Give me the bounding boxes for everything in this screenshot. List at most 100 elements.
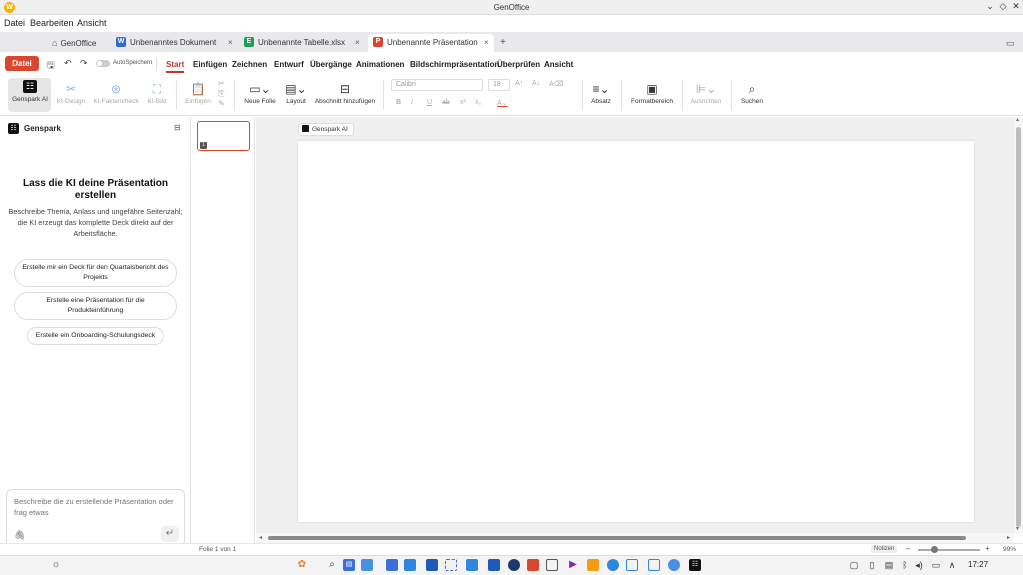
ribbon-tab-animationen[interactable]: Animationen: [356, 60, 404, 69]
chat-icon[interactable]: [607, 559, 619, 571]
maximize-button[interactable]: ◇: [997, 1, 1009, 12]
screenshot-icon[interactable]: [445, 559, 457, 571]
chevron-up-icon[interactable]: ∧: [946, 559, 958, 571]
font-shrink-icon[interactable]: A↓: [532, 80, 540, 87]
phone-icon[interactable]: ▯: [866, 559, 878, 571]
superscript-icon[interactable]: x²: [460, 99, 466, 106]
ki-bild-button[interactable]: ⛶ KI-Bild: [145, 82, 169, 105]
zoom-slider-knob[interactable]: [930, 546, 938, 553]
scroll-down-icon[interactable]: ▼: [1015, 526, 1020, 532]
ribbon-tab-uebergaenge[interactable]: Übergänge: [310, 60, 352, 69]
align-button[interactable]: ⊫⌄ Ausrichten: [689, 82, 723, 105]
strikethrough-icon[interactable]: ab: [442, 99, 450, 106]
minimize-button[interactable]: ⌄: [984, 1, 996, 12]
files-icon[interactable]: [361, 559, 373, 571]
document-icon[interactable]: [546, 559, 558, 571]
autosave-toggle[interactable]: [96, 60, 110, 67]
add-section-button[interactable]: ⊟ Abschnitt hinzufügen: [313, 82, 377, 105]
new-slide-button[interactable]: ▭⌄ Neue Folie: [242, 82, 278, 105]
format-pane-button[interactable]: ▣ Formatbereich: [629, 82, 675, 105]
app-icon[interactable]: ▤: [343, 559, 355, 571]
prompt-input[interactable]: [14, 496, 179, 524]
clipboard-tray-icon[interactable]: ▤: [883, 559, 895, 571]
weather-icon[interactable]: ☼: [50, 559, 62, 571]
italic-icon[interactable]: I: [411, 99, 413, 106]
bluetooth-icon[interactable]: ᛒ: [899, 559, 911, 571]
font-grow-icon[interactable]: A↑: [515, 80, 523, 87]
window-icon[interactable]: ▢: [848, 559, 860, 571]
search-icon[interactable]: ⌕: [326, 559, 338, 571]
zoom-out-button[interactable]: –: [906, 544, 910, 553]
zoom-in-button[interactable]: +: [985, 544, 990, 553]
genspark-taskbar-icon[interactable]: ☷: [689, 559, 701, 571]
terminal-icon[interactable]: [404, 559, 416, 571]
close-window-button[interactable]: ✕: [1010, 1, 1022, 12]
new-tab-button[interactable]: +: [500, 34, 506, 52]
lock-icon[interactable]: [426, 559, 438, 571]
store-icon[interactable]: [386, 559, 398, 571]
layout-button[interactable]: ▤⌄ Layout: [283, 82, 309, 105]
redo-icon[interactable]: ↷: [80, 58, 88, 69]
message-icon[interactable]: [648, 559, 660, 571]
genoffice-taskbar-icon[interactable]: [527, 559, 539, 571]
menu-datei[interactable]: Datei: [4, 18, 25, 28]
format-painter-icon[interactable]: ✎: [218, 99, 225, 108]
monitor-icon[interactable]: [466, 559, 478, 571]
genspark-ai-chip[interactable]: Genspark AI: [298, 123, 354, 136]
scroll-right-icon[interactable]: ▸: [1007, 534, 1010, 541]
close-tab-icon[interactable]: ×: [228, 34, 233, 52]
send-button[interactable]: ↵: [161, 526, 179, 542]
launcher-icon[interactable]: ✿: [296, 559, 308, 571]
tab-panel-icon[interactable]: ▭: [1006, 34, 1015, 52]
menu-bearbeiten[interactable]: Bearbeiten: [30, 18, 74, 28]
volume-icon[interactable]: ◂): [913, 559, 925, 571]
ribbon-tab-einfuegen[interactable]: Einfügen: [193, 60, 227, 69]
ribbon-tab-start[interactable]: Start: [166, 60, 185, 73]
scroll-up-icon[interactable]: ▲: [1015, 117, 1020, 123]
attachment-icon[interactable]: 🖇: [14, 530, 25, 541]
scroll-left-icon[interactable]: ◂: [259, 534, 262, 541]
zoom-slider[interactable]: [918, 549, 980, 551]
subscript-icon[interactable]: x₂: [475, 99, 481, 106]
horizontal-scroll-thumb[interactable]: [268, 536, 966, 540]
paste-button[interactable]: 📋 Einfügen: [183, 82, 213, 105]
ribbon-tab-entwurf[interactable]: Entwurf: [274, 60, 304, 69]
genspark-ai-button[interactable]: ☷ Genspark AI: [10, 80, 50, 103]
file-menu-button[interactable]: Datei: [5, 56, 39, 71]
vertical-scrollbar[interactable]: ▲ ▼: [1014, 117, 1023, 533]
bold-icon[interactable]: B: [396, 99, 401, 106]
clear-format-icon[interactable]: A⌫: [549, 80, 564, 88]
search-button[interactable]: ⌕ Suchen: [739, 82, 765, 105]
save-icon[interactable]: 🖫: [47, 58, 55, 74]
mail-icon[interactable]: [626, 559, 638, 571]
ribbon-tab-ueberpruefen[interactable]: Überprüfen: [497, 60, 540, 69]
notes-button[interactable]: Notizen: [871, 545, 898, 553]
slide-thumbnail[interactable]: 1: [197, 121, 250, 151]
menu-ansicht[interactable]: Ansicht: [77, 18, 107, 28]
undo-icon[interactable]: ↶: [64, 58, 72, 69]
font-name-select[interactable]: Calibri: [391, 79, 483, 91]
collapse-sidebar-icon[interactable]: ⊟: [174, 123, 181, 132]
display-icon[interactable]: ▭: [930, 559, 942, 571]
tab-spreadsheet[interactable]: E Unbenannte Tabelle.xlsx ×: [244, 34, 364, 52]
ribbon-tab-bildschirmpraesentation[interactable]: Bildschirmpräsentation: [410, 60, 499, 69]
tab-document[interactable]: W Unbenanntes Dokument ×: [116, 34, 238, 52]
browser-icon[interactable]: [508, 559, 520, 571]
font-size-select[interactable]: 18: [488, 79, 510, 91]
close-tab-icon[interactable]: ×: [484, 34, 489, 52]
suggestion-chip[interactable]: Erstelle mir ein Deck für den Quartalsbe…: [14, 259, 177, 287]
cut-icon[interactable]: ✂: [218, 79, 225, 88]
suggestion-chip[interactable]: Erstelle eine Präsentation für die Produ…: [14, 292, 177, 320]
desktop-icon[interactable]: [488, 559, 500, 571]
ki-design-button[interactable]: ✂ KI-Design: [55, 82, 87, 105]
underline-icon[interactable]: U: [427, 99, 432, 106]
copy-icon[interactable]: ⎘: [218, 89, 224, 99]
browser-alt-icon[interactable]: [668, 559, 680, 571]
tab-presentation[interactable]: P Unbenannte Präsentation ×: [368, 34, 494, 52]
font-color-icon[interactable]: A⌄: [497, 99, 508, 107]
ribbon-tab-zeichnen[interactable]: Zeichnen: [232, 60, 267, 69]
tab-genoffice[interactable]: ⌂ GenOffice: [52, 34, 112, 52]
horizontal-scrollbar[interactable]: ◂ ▸: [256, 533, 1014, 543]
ribbon-tab-ansicht[interactable]: Ansicht: [544, 60, 573, 69]
media-icon[interactable]: ▶: [567, 559, 579, 571]
